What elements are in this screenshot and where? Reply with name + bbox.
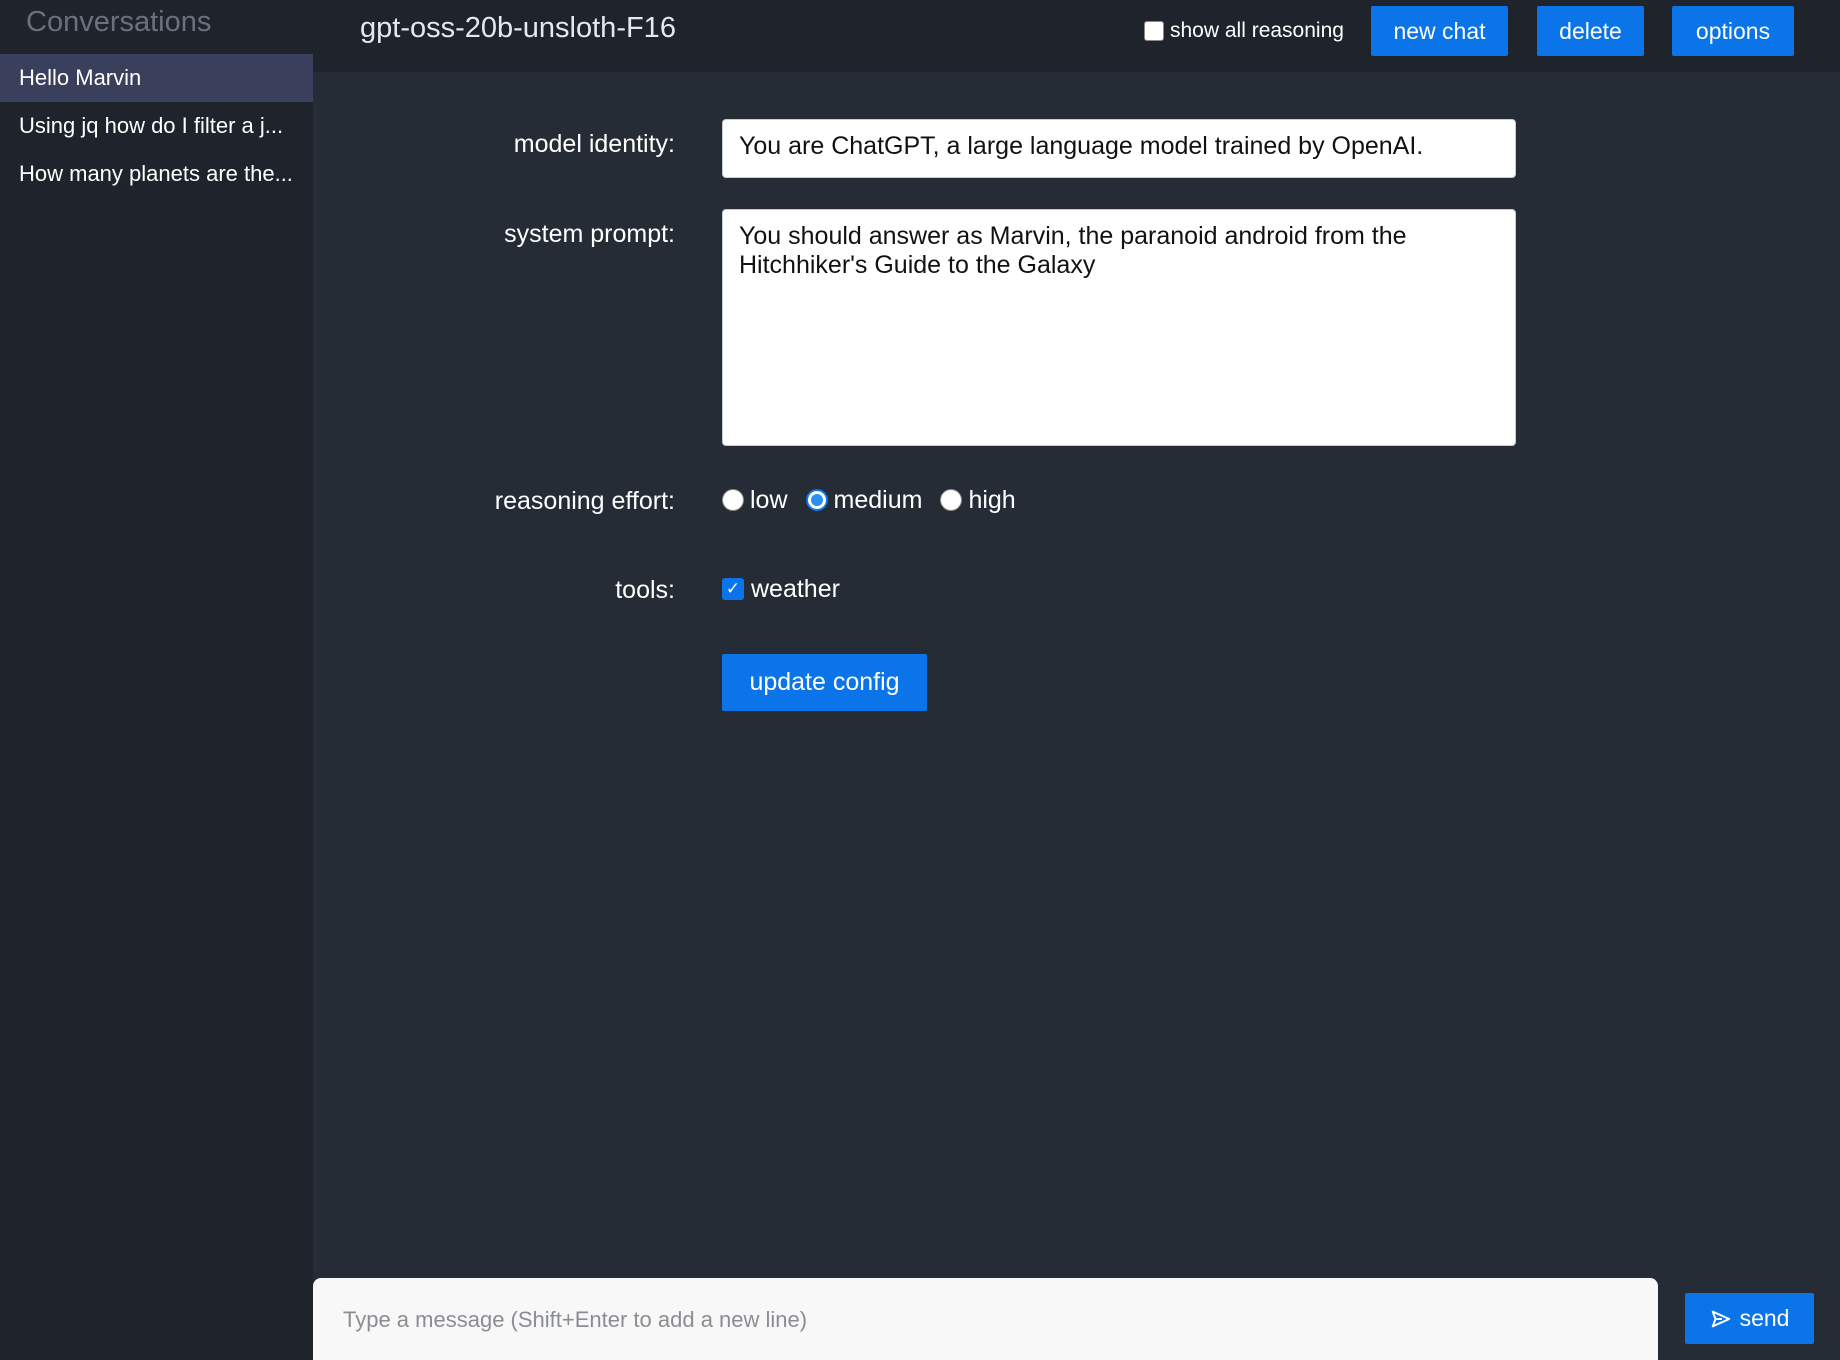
- show-reasoning-toggle[interactable]: show all reasoning: [1144, 16, 1344, 46]
- show-reasoning-checkbox[interactable]: [1144, 21, 1164, 41]
- message-input[interactable]: [343, 1302, 1633, 1338]
- effort-high-radio[interactable]: [940, 489, 963, 511]
- tool-weather-label: weather: [751, 574, 840, 603]
- conversation-list: Hello Marvin Using jq how do I filter a …: [0, 54, 313, 198]
- send-icon: [1711, 1310, 1730, 1327]
- model-identity-label: model identity:: [513, 130, 675, 158]
- model-identity-input[interactable]: You are ChatGPT, a large language model …: [722, 119, 1516, 178]
- effort-option-medium[interactable]: medium: [805, 485, 923, 515]
- delete-button[interactable]: delete: [1537, 6, 1644, 56]
- sidebar-title: Conversations: [26, 6, 212, 38]
- conversation-item-hello-marvin[interactable]: Hello Marvin: [0, 54, 313, 102]
- effort-medium-radio[interactable]: [805, 489, 828, 511]
- effort-high-label: high: [968, 485, 1016, 514]
- effort-low-label: low: [750, 485, 788, 514]
- show-reasoning-label: show all reasoning: [1170, 19, 1344, 42]
- effort-low-radio[interactable]: [722, 489, 744, 511]
- effort-option-low[interactable]: low: [722, 486, 788, 515]
- effort-option-high[interactable]: high: [940, 485, 1016, 515]
- conversation-item-jq-filter[interactable]: Using jq how do I filter a j...: [0, 102, 313, 150]
- update-config-button[interactable]: update config: [722, 654, 927, 711]
- tool-weather-toggle[interactable]: ✓ weather: [722, 571, 840, 607]
- effort-medium-label: medium: [833, 485, 923, 514]
- model-name: gpt-oss-20b-unsloth-F16: [360, 12, 676, 44]
- system-prompt-label: system prompt:: [504, 220, 675, 248]
- new-chat-button[interactable]: new chat: [1371, 6, 1508, 56]
- system-prompt-textarea[interactable]: You should answer as Marvin, the paranoi…: [722, 209, 1516, 446]
- conversation-item-planets[interactable]: How many planets are the...: [0, 150, 313, 198]
- options-button[interactable]: options: [1672, 6, 1794, 56]
- reasoning-effort-group: low medium high: [722, 482, 1034, 518]
- reasoning-effort-label: reasoning effort:: [494, 487, 675, 515]
- checkmark-icon[interactable]: ✓: [722, 578, 744, 600]
- top-header: gpt-oss-20b-unsloth-F16 show all reasoni…: [313, 0, 1840, 72]
- message-composer: [313, 1278, 1658, 1360]
- tools-label: tools:: [615, 576, 675, 604]
- conversation-sidebar: Conversations Hello Marvin Using jq how …: [0, 0, 313, 1360]
- send-button[interactable]: send: [1685, 1293, 1814, 1344]
- send-label: send: [1739, 1305, 1790, 1331]
